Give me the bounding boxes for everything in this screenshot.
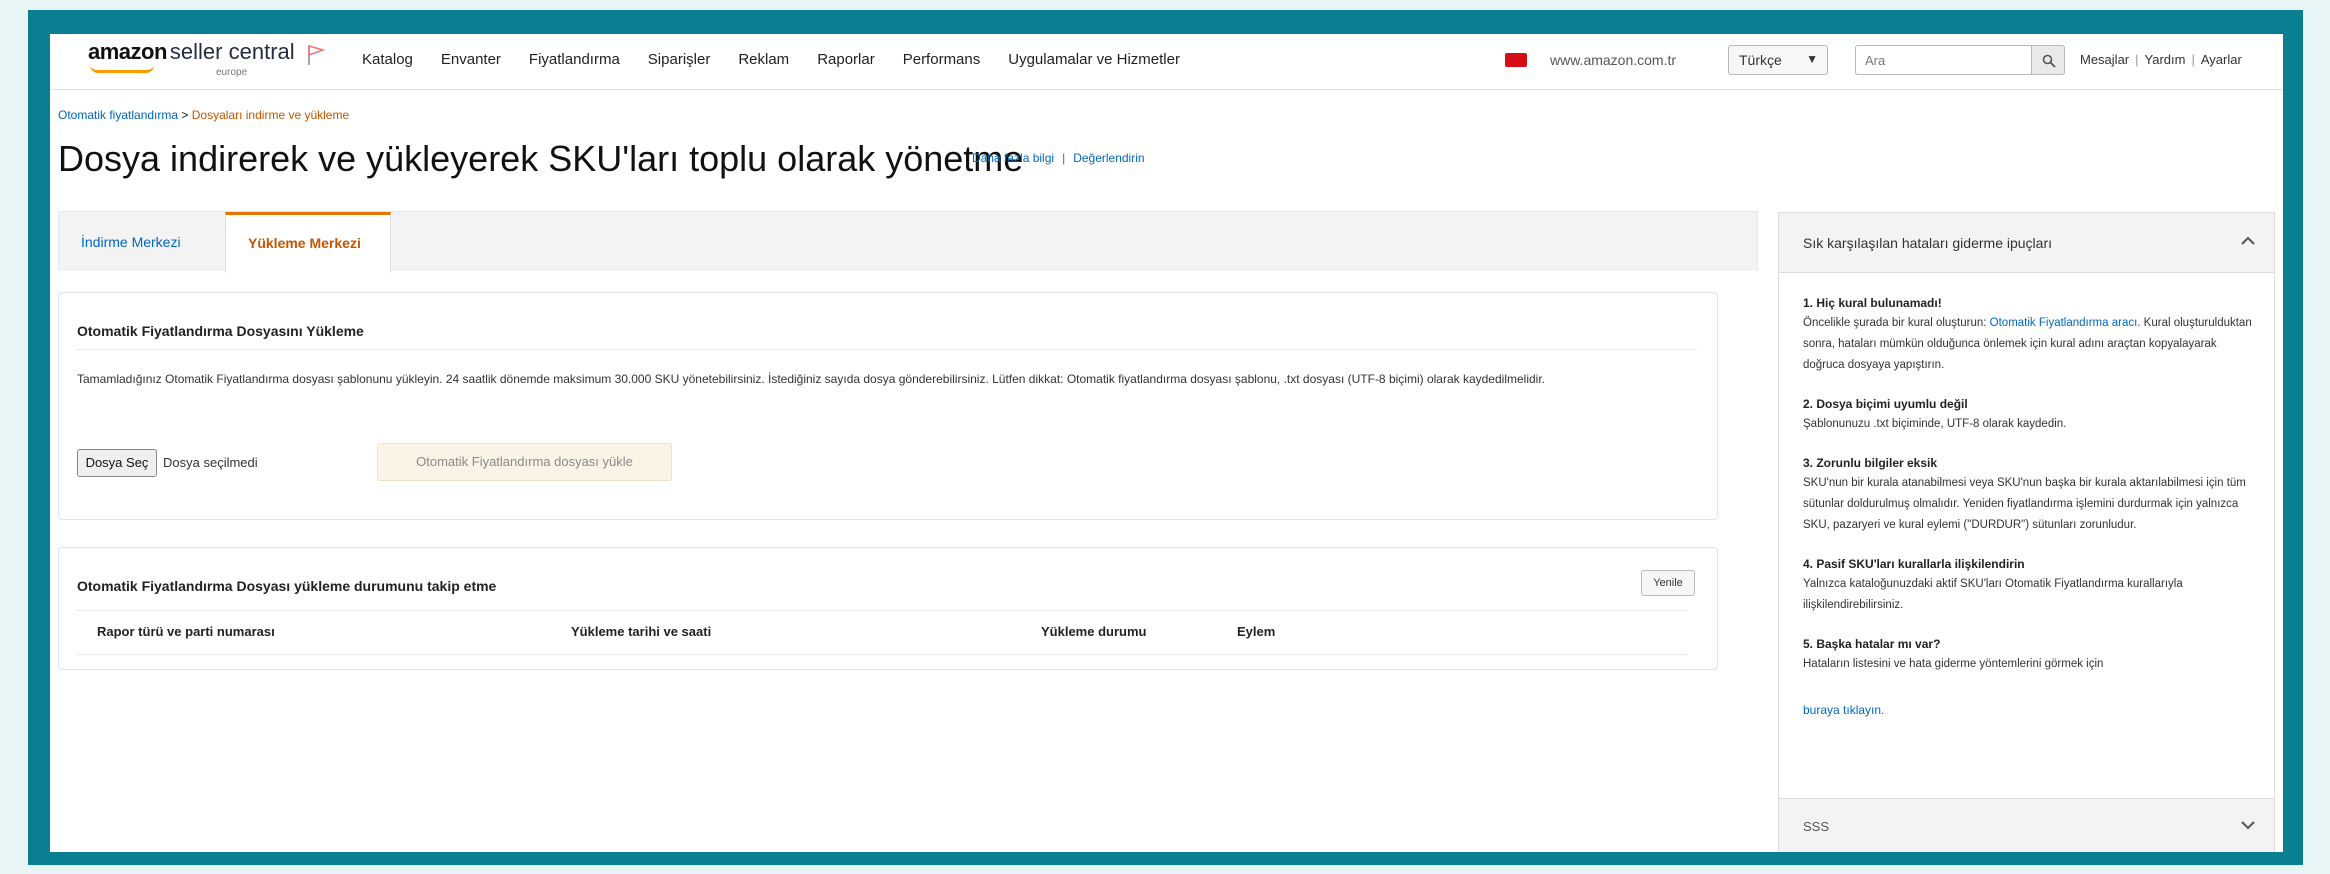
nav-item-siparisler[interactable]: Siparişler <box>648 51 711 68</box>
logo-smile-icon <box>90 65 154 73</box>
nav-item-performans[interactable]: Performans <box>903 51 981 68</box>
upload-card-title: Otomatik Fiyatlandırma Dosyasını Yükleme <box>77 323 364 339</box>
settings-link[interactable]: Ayarlar <box>2201 52 2242 67</box>
title-link-separator: | <box>1062 151 1066 165</box>
divider <box>77 349 1697 350</box>
seller-central-logo[interactable]: amazon seller central europe <box>88 39 295 78</box>
upload-description: Tamamladığınız Otomatik Fiyatlandırma do… <box>77 372 1545 386</box>
divider <box>77 610 1687 611</box>
title-links: Daha fazla bilgi | Değerlendirin <box>972 151 1145 165</box>
logo-region: europe <box>216 67 248 78</box>
language-value: Türkçe <box>1739 52 1782 68</box>
link-separator: | <box>2135 52 2139 67</box>
breadcrumb: Otomatik fiyatlandırma > Dosyaları indir… <box>58 108 349 122</box>
top-navigation: amazon seller central europe Katalog Enva… <box>50 34 2283 90</box>
page-title: Dosya indirerek ve yükleyerek SKU'ları t… <box>58 138 1024 179</box>
tip-body: Yalnızca kataloğunuzdaki aktif SKU'ları … <box>1803 578 2183 611</box>
tips-list: 1. Hiç kural bulunamadı! Öncelikle şurad… <box>1803 293 2258 717</box>
chevron-down-icon: ▼ <box>1806 52 1818 66</box>
file-status: Dosya seçilmedi <box>163 455 258 470</box>
status-card-title: Otomatik Fiyatlandırma Dosyası yükleme d… <box>77 578 497 594</box>
main-menu: Katalog Envanter Fiyatlandırma Siparişle… <box>362 51 1180 68</box>
nav-item-fiyatlandirma[interactable]: Fiyatlandırma <box>529 51 620 68</box>
help-link[interactable]: Yardım <box>2145 52 2186 67</box>
turkey-flag-icon <box>1505 53 1527 67</box>
tip-text: Öncelikle şurada bir kural oluşturun: <box>1803 317 1990 329</box>
tip-title: 5. Başka hatalar mı var? <box>1803 637 1941 651</box>
rate-link[interactable]: Değerlendirin <box>1073 151 1144 165</box>
faq-title: SSS <box>1803 819 1830 834</box>
nav-item-katalog[interactable]: Katalog <box>362 51 413 68</box>
logo-brand: amazon <box>88 39 167 64</box>
messages-link[interactable]: Mesajlar <box>2080 52 2129 67</box>
column-header-upload-date: Yükleme tarihi ve saati <box>571 624 712 639</box>
chevron-down-icon <box>2241 821 2255 830</box>
learn-more-link[interactable]: Daha fazla bilgi <box>972 151 1054 165</box>
column-header-action: Eylem <box>1237 624 1276 639</box>
tip-title: 3. Zorunlu bilgiler eksik <box>1803 456 1938 470</box>
link-separator: | <box>2191 52 2195 67</box>
tip-body: Hataların listesini ve hata giderme yönt… <box>1803 658 2104 670</box>
tip-body: Öncelikle şurada bir kural oluşturun: Ot… <box>1803 313 2258 376</box>
tab-bar: İndirme Merkezi Yükleme Merkezi <box>58 211 1758 273</box>
seller-central-page: amazon seller central europe Katalog Enva… <box>50 34 2283 852</box>
logo-product: seller central <box>169 39 295 64</box>
breadcrumb-current: Dosyaları indirme ve yükleme <box>191 108 350 122</box>
troubleshooting-title: Sık karşılaşılan hataları giderme ipuçla… <box>1803 235 2052 251</box>
search-icon <box>2042 54 2056 68</box>
nav-item-raporlar[interactable]: Raporlar <box>817 51 875 68</box>
tip-title: 4. Pasif SKU'ları kurallarla ilişkilendi… <box>1803 557 2025 571</box>
chevron-up-icon <box>2241 236 2255 245</box>
upload-card: Otomatik Fiyatlandırma Dosyasını Yükleme… <box>58 292 1718 520</box>
upload-file-button[interactable]: Otomatik Fiyatlandırma dosyası yükle <box>377 443 672 481</box>
upload-status-card: Otomatik Fiyatlandırma Dosyası yükleme d… <box>58 547 1718 670</box>
language-select[interactable]: Türkçe ▼ <box>1728 45 1828 75</box>
refresh-button[interactable]: Yenile <box>1641 570 1695 596</box>
header-links: Mesajlar | Yardım | Ayarlar <box>2080 52 2242 67</box>
tip-title: 2. Dosya biçimi uyumlu değil <box>1803 397 1968 411</box>
marketplace-selector[interactable]: www.amazon.com.tr <box>1550 52 1676 68</box>
choose-file-button[interactable]: Dosya Seç <box>77 449 157 477</box>
tip-body: SKU'nun bir kurala atanabilmesi veya SKU… <box>1803 477 2246 531</box>
flag-icon[interactable] <box>306 43 326 67</box>
search-button[interactable] <box>2031 45 2065 75</box>
faq-section[interactable]: SSS <box>1779 798 2274 852</box>
nav-item-envanter[interactable]: Envanter <box>441 51 501 68</box>
column-header-upload-status: Yükleme durumu <box>1041 624 1147 639</box>
breadcrumb-parent[interactable]: Otomatik fiyatlandırma <box>58 108 178 122</box>
breadcrumb-separator: > <box>181 108 189 122</box>
search-input[interactable] <box>1855 45 2031 75</box>
tab-download-center[interactable]: İndirme Merkezi <box>59 212 225 272</box>
auto-pricing-tool-link[interactable]: Otomatik Fiyatlandırma aracı. <box>1990 317 2141 329</box>
nav-item-uygulamalar[interactable]: Uygulamalar ve Hizmetler <box>1008 51 1180 68</box>
tab-upload-center[interactable]: Yükleme Merkezi <box>225 212 391 273</box>
nav-item-reklam[interactable]: Reklam <box>738 51 789 68</box>
click-here-link[interactable]: buraya tıklayın. <box>1803 703 2258 717</box>
troubleshooting-header[interactable]: Sık karşılaşılan hataları giderme ipuçla… <box>1779 213 2274 273</box>
tip-body: Şablonunuzu .txt biçiminde, UTF-8 olarak… <box>1803 418 2067 430</box>
tip-title: 1. Hiç kural bulunamadı! <box>1803 296 1942 310</box>
divider <box>77 654 1687 655</box>
column-header-report-type: Rapor türü ve parti numarası <box>97 624 275 639</box>
troubleshooting-panel: Sık karşılaşılan hataları giderme ipuçla… <box>1778 212 2275 852</box>
